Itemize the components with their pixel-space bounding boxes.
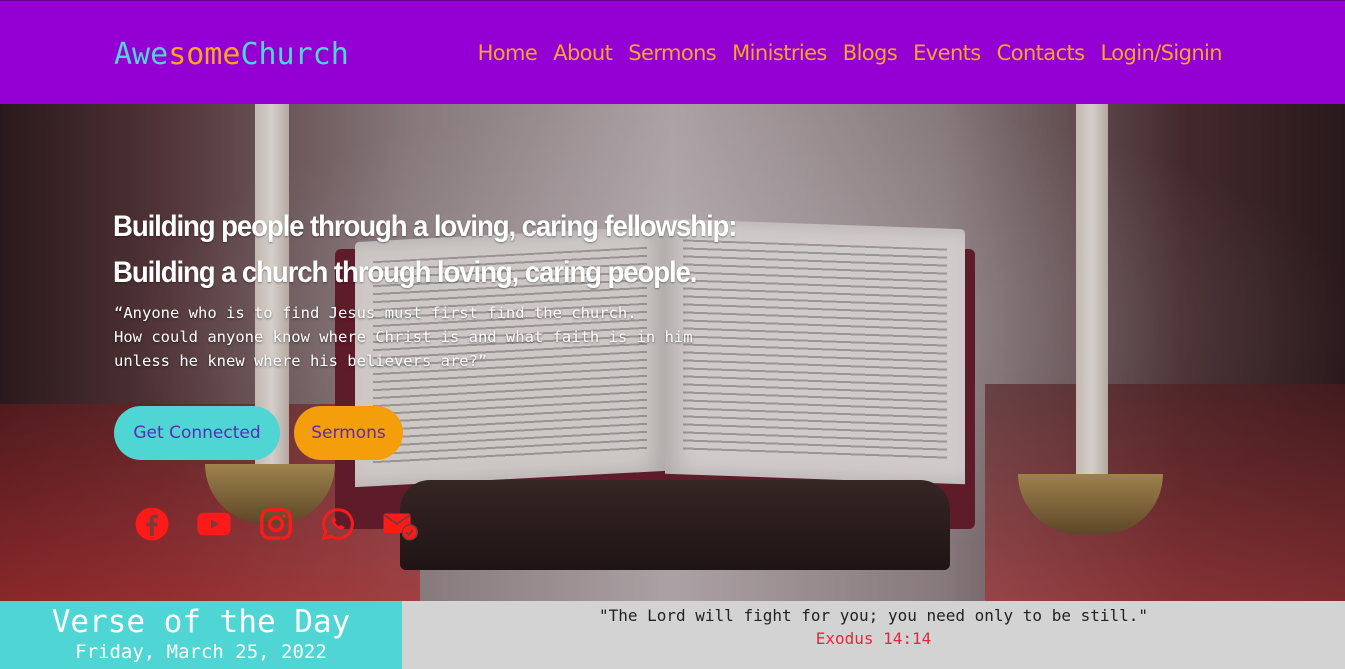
verse-text: "The Lord will fight for you; you need o…	[598, 606, 1149, 625]
logo-part-3: Church	[240, 37, 349, 72]
hero-quote: “Anyone who is to find Jesus must first …	[114, 304, 693, 370]
nav-about[interactable]: About	[553, 41, 613, 65]
verse-of-the-day-panel: Verse of the Day Friday, March 25, 2022	[0, 601, 402, 669]
nav-sermons[interactable]: Sermons	[628, 41, 716, 65]
main-nav: Home About Sermons Ministries Blogs Even…	[478, 41, 1223, 65]
hero-headline: Building people through a loving, caring…	[113, 204, 738, 296]
hero-headline-line-1: Building people through a loving, caring…	[113, 210, 738, 243]
nav-events[interactable]: Events	[913, 41, 981, 65]
logo-part-1: Awe	[114, 37, 169, 72]
verse-title: Verse of the Day	[51, 604, 351, 640]
nav-login-signin[interactable]: Login/Signin	[1101, 41, 1223, 65]
facebook-icon[interactable]	[134, 506, 170, 542]
nav-contacts[interactable]: Contacts	[997, 41, 1085, 65]
verse-reference: Exodus 14:14	[815, 629, 932, 648]
site-header: AwesomeChurch Home About Sermons Ministr…	[0, 0, 1345, 104]
nav-home[interactable]: Home	[478, 41, 538, 65]
nav-blogs[interactable]: Blogs	[843, 41, 898, 65]
verse-content-panel: "The Lord will fight for you; you need o…	[402, 601, 1345, 669]
logo-part-2: some	[168, 37, 241, 72]
nav-ministries[interactable]: Ministries	[732, 41, 827, 65]
whatsapp-icon[interactable]	[320, 506, 356, 542]
get-connected-button[interactable]: Get Connected	[114, 406, 280, 460]
site-logo[interactable]: AwesomeChurch	[114, 37, 349, 72]
instagram-icon[interactable]	[258, 506, 294, 542]
hero-headline-line-2: Building a church through loving, caring…	[113, 256, 697, 289]
youtube-icon[interactable]	[196, 506, 232, 542]
verse-date: Friday, March 25, 2022	[75, 641, 327, 663]
sermons-button[interactable]: Sermons	[294, 406, 403, 460]
social-links	[134, 506, 418, 542]
email-icon[interactable]	[382, 506, 418, 542]
hero-section: Building people through a loving, caring…	[0, 104, 1345, 601]
